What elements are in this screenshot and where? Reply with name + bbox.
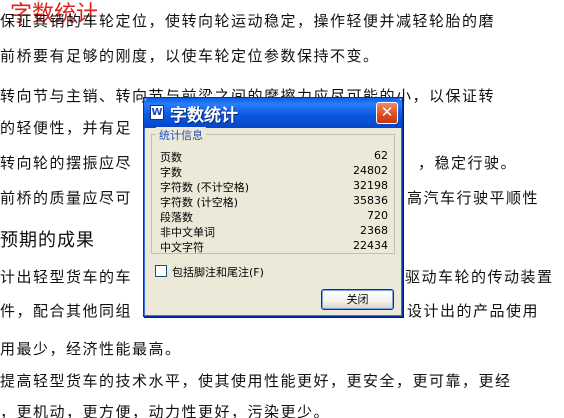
stat-label: 页数 bbox=[160, 151, 182, 164]
stat-label: 字符数 (计空格) bbox=[160, 196, 239, 209]
close-button[interactable]: 关闭 bbox=[321, 289, 394, 310]
stat-row-chinese-chars: 中文字符 22434 bbox=[160, 239, 388, 255]
include-footnotes-checkbox[interactable] bbox=[155, 265, 167, 277]
document-line-fragment: 设计出的产品使用 bbox=[407, 302, 540, 320]
document-line: 计出轻型货车的车 bbox=[0, 268, 133, 286]
word-app-icon: W bbox=[150, 105, 164, 120]
document-line: 前桥要有足够的刚度，以使车轮定位参数保持不变。 bbox=[0, 47, 380, 65]
close-icon[interactable]: ✕ bbox=[376, 102, 398, 124]
stat-value: 2368 bbox=[360, 224, 388, 237]
stat-row-pages: 页数 62 bbox=[160, 149, 388, 165]
stat-value: 62 bbox=[374, 149, 388, 162]
stat-value: 22434 bbox=[353, 239, 388, 252]
document-line-fragment: 驱动车轮的传动装置 bbox=[405, 268, 554, 286]
document-line: ，更机动，更方便，动力性更好，污染更少。 bbox=[0, 403, 331, 418]
stat-label: 中文字符 bbox=[160, 241, 204, 254]
stat-label: 段落数 bbox=[160, 211, 193, 224]
document-line-fragment: ，稳定行驶。 bbox=[418, 154, 518, 172]
stat-label: 字数 bbox=[160, 166, 182, 179]
stat-row-words: 字数 24802 bbox=[160, 164, 388, 180]
document-line: 的轻便性，并有足 bbox=[0, 119, 133, 137]
document-line: 件，配合其他同组 bbox=[0, 302, 133, 320]
word-count-dialog: W 字数统计 ✕ 统计信息 页数 62 字数 24802 字符数 (不计空格) … bbox=[143, 97, 403, 317]
statistics-group-label: 统计信息 bbox=[156, 127, 206, 143]
stat-row-non-chinese-words: 非中文单词 2368 bbox=[160, 224, 388, 240]
dialog-titlebar[interactable]: W 字数统计 ✕ bbox=[144, 98, 402, 128]
stat-value: 35836 bbox=[353, 194, 388, 207]
document-line: 转向轮的摆振应尽 bbox=[0, 154, 133, 172]
statistics-group: 统计信息 页数 62 字数 24802 字符数 (不计空格) 32198 字符数… bbox=[151, 127, 395, 255]
document-line: 保证其销的车轮定位，使转向轮运动稳定，操作轻便并减轻轮胎的磨 bbox=[0, 12, 496, 30]
stat-value: 24802 bbox=[353, 164, 388, 177]
include-footnotes-label[interactable]: 包括脚注和尾注(F) bbox=[172, 264, 264, 280]
stat-label: 字符数 (不计空格) bbox=[160, 181, 250, 194]
stat-label: 非中文单词 bbox=[160, 226, 215, 239]
dialog-title: 字数统计 bbox=[170, 106, 238, 126]
stat-row-paragraphs: 段落数 720 bbox=[160, 209, 388, 225]
stat-value: 720 bbox=[367, 209, 388, 222]
document-line: 用最少，经济性能最高。 bbox=[0, 340, 182, 358]
stat-value: 32198 bbox=[353, 179, 388, 192]
stat-row-chars-no-spaces: 字符数 (不计空格) 32198 bbox=[160, 179, 388, 195]
document-line: 提高轻型货车的技术水平，使其使用性能更好，更安全，更可靠，更经 bbox=[0, 372, 512, 390]
document-line: 前桥的质量应尽可 bbox=[0, 189, 133, 207]
document-line-fragment: 高汽车行驶平顺性 bbox=[407, 189, 540, 207]
stat-row-chars-with-spaces: 字符数 (计空格) 35836 bbox=[160, 194, 388, 210]
section-heading: 预期的成果 bbox=[0, 230, 95, 251]
